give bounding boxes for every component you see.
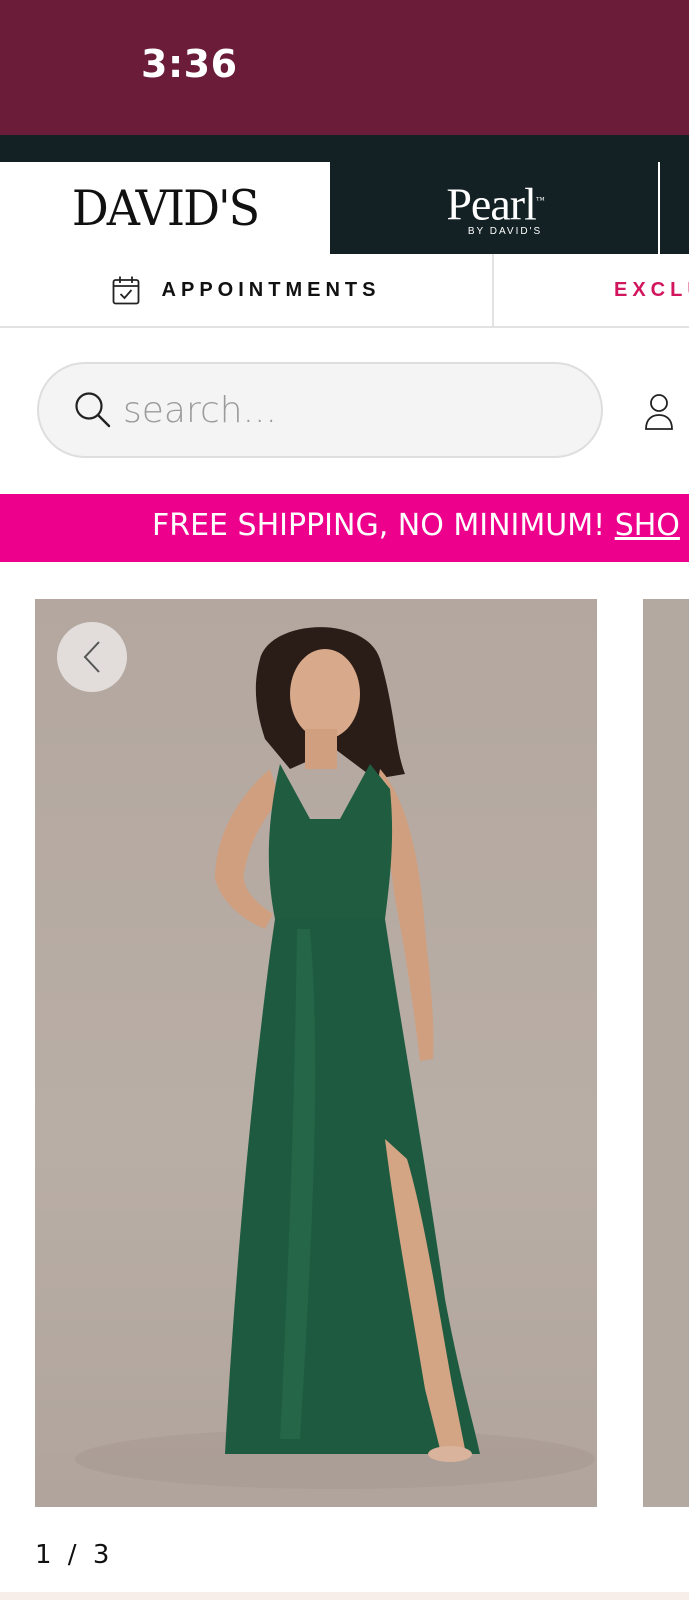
- appointments-label: APPOINTMENTS: [161, 278, 381, 301]
- promo-text: FREE SHIPPING, NO MINIMUM! SHO: [152, 508, 680, 543]
- next-product-image[interactable]: [643, 599, 689, 1507]
- brand-divider: [658, 162, 660, 254]
- nav-appointments[interactable]: APPOINTMENTS: [0, 254, 494, 326]
- pearl-sub-label: BY DAVID'S: [467, 225, 543, 237]
- chevron-left-icon: [83, 641, 100, 673]
- search-row: [0, 328, 689, 494]
- davids-logo: DAVID'S: [71, 179, 260, 237]
- product-photo-illustration: [75, 627, 595, 1489]
- pearl-logo: Pearl™: [446, 178, 544, 230]
- user-icon[interactable]: [644, 392, 674, 432]
- brand-bar: DAVID'S Pearl™ BY DAVID'S: [0, 135, 689, 254]
- status-bar: 3:36: [0, 0, 689, 135]
- brand-tab-pearl[interactable]: Pearl™ BY DAVID'S: [330, 162, 660, 254]
- bottom-strip: [0, 1592, 689, 1600]
- promo-banner: FREE SHIPPING, NO MINIMUM! SHO: [0, 494, 689, 562]
- calendar-check-icon: [112, 276, 139, 305]
- nav-row: APPOINTMENTS EXCLU: [0, 254, 689, 328]
- promo-message: FREE SHIPPING, NO MINIMUM!: [152, 508, 615, 543]
- nav-exclusive[interactable]: EXCLU: [614, 254, 689, 326]
- search-box[interactable]: [37, 362, 603, 458]
- product-image[interactable]: [35, 599, 597, 1507]
- gallery-prev-button[interactable]: [57, 622, 127, 692]
- status-time: 3:36: [141, 42, 238, 86]
- search-input[interactable]: [123, 389, 563, 431]
- search-icon: [75, 392, 111, 428]
- brand-tab-davids[interactable]: DAVID'S: [0, 162, 330, 254]
- product-gallery: 1 / 3: [0, 562, 689, 1600]
- gallery-page-indicator: 1 / 3: [35, 1540, 114, 1570]
- promo-shop-link[interactable]: SHO: [615, 508, 680, 543]
